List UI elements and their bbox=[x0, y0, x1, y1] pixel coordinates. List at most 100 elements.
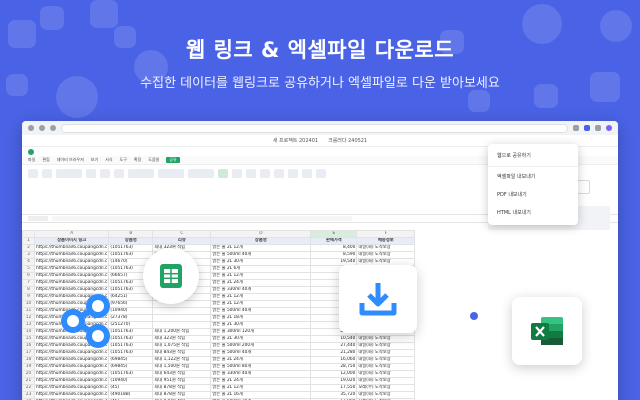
table-cell[interactable]: 내일(화) 도착보장 bbox=[356, 391, 416, 399]
column-letter[interactable]: B bbox=[108, 230, 154, 238]
column-header[interactable]: 리뷰 bbox=[152, 237, 212, 245]
number-format-select[interactable] bbox=[188, 169, 214, 178]
table-cell[interactable]: https://thumbnail6.coupangcdn.c bbox=[33, 377, 110, 385]
table-cell[interactable]: 모레(수) 도착보장 bbox=[356, 384, 416, 392]
menu-item-edit[interactable]: 편집 bbox=[42, 157, 49, 163]
cut-button[interactable] bbox=[42, 169, 52, 178]
row-number[interactable]: 9 bbox=[22, 293, 35, 301]
table-cell[interactable]: 내일(화) 도착보장 bbox=[356, 349, 416, 357]
table-cell[interactable]: https://thumbnail6.coupangcdn.c bbox=[33, 391, 110, 399]
menu-item-view[interactable]: 보기 bbox=[91, 157, 98, 163]
sort-button[interactable] bbox=[302, 169, 312, 178]
table-cell[interactable]: 27,440 bbox=[310, 342, 358, 350]
menu-item-help[interactable]: 도움말 bbox=[148, 157, 159, 163]
table-cell[interactable]: (97656) bbox=[108, 300, 154, 308]
table-cell[interactable]: (1051763) bbox=[108, 251, 154, 259]
table-row[interactable]: 20 https://thumbnail6.coupangcdn.c (105176… bbox=[22, 370, 416, 378]
table-row[interactable]: 21 https://thumbnail6.coupangcdn.c (10940)… bbox=[22, 377, 416, 385]
table-row[interactable]: 18 https://thumbnail6.coupangcdn.c (69845)… bbox=[22, 356, 416, 364]
font-select[interactable] bbox=[56, 169, 82, 178]
column-letter[interactable]: D bbox=[210, 230, 312, 238]
column-header[interactable]: 상품명 bbox=[108, 237, 154, 245]
table-row[interactable]: 2 https://thumbnail6.coupangcdn.c (1051763… bbox=[22, 244, 416, 252]
table-cell[interactable]: 최대 1,122원 적립 bbox=[152, 356, 212, 364]
row-number[interactable]: 4 bbox=[22, 258, 35, 266]
table-cell[interactable]: 맑은 물 2L 12개 bbox=[210, 300, 312, 308]
merge-cells-button[interactable] bbox=[158, 169, 184, 178]
table-row[interactable]: 22 https://thumbnail6.coupangcdn.c (45) 최대 … bbox=[22, 384, 416, 392]
menu-item-tools[interactable]: 도구 bbox=[120, 157, 127, 163]
row-number[interactable]: 10 bbox=[22, 300, 35, 308]
table-cell[interactable]: 최대 1,075원 적립 bbox=[152, 342, 212, 350]
menu-item-export-pdf[interactable]: PDF 내보내기 bbox=[488, 186, 578, 204]
row-number[interactable]: 8 bbox=[22, 286, 35, 294]
table-cell[interactable]: https://thumbnail6.coupangcdn.c bbox=[33, 251, 110, 259]
table-cell[interactable]: 맑은 물 2L 24개 bbox=[210, 377, 312, 385]
row-number[interactable]: 6 bbox=[22, 272, 35, 280]
row-number[interactable]: 20 bbox=[22, 370, 35, 378]
reload-icon[interactable] bbox=[50, 125, 56, 131]
italic-button[interactable] bbox=[100, 169, 110, 178]
menu-item-format[interactable]: 서식 bbox=[105, 157, 112, 163]
cell-reference-box[interactable] bbox=[28, 216, 48, 221]
table-cell[interactable]: https://thumbnail6.coupangcdn.c bbox=[33, 370, 110, 378]
row-number[interactable]: 14 bbox=[22, 328, 35, 336]
menu-item-share[interactable]: 공유 bbox=[166, 157, 180, 163]
table-style-button[interactable] bbox=[232, 169, 242, 178]
table-row[interactable]: 17 https://thumbnail6.coupangcdn.c (105176… bbox=[22, 349, 416, 357]
table-cell[interactable]: 16,060 bbox=[310, 356, 358, 364]
wrap-text-button[interactable] bbox=[128, 169, 154, 178]
table-cell[interactable]: 내일(화) 도착보장 bbox=[356, 244, 416, 252]
table-cell[interactable]: 맑은 물 2L 24개 bbox=[210, 279, 312, 287]
column-letter[interactable]: E bbox=[310, 230, 358, 238]
table-cell[interactable]: (64251) bbox=[108, 293, 154, 301]
table-cell[interactable]: 내일(화) 도착보장 bbox=[356, 342, 416, 350]
table-cell[interactable]: 맑은 물 2L 6개 bbox=[210, 265, 312, 273]
table-cell[interactable]: 21,280 bbox=[310, 349, 358, 357]
table-cell[interactable]: 맑은 물 2L 30개 bbox=[210, 321, 312, 329]
menu-item-file[interactable]: 파일 bbox=[28, 157, 35, 163]
table-cell[interactable]: 맑은 물 2L 24개 bbox=[210, 356, 312, 364]
row-number[interactable]: 12 bbox=[22, 314, 35, 322]
table-cell[interactable]: 맑은 물 2L 12개 bbox=[210, 244, 312, 252]
table-cell[interactable]: (1051763) bbox=[108, 370, 154, 378]
table-cell[interactable]: 내일(화) 도착보장 bbox=[356, 370, 416, 378]
table-cell[interactable]: (1051763) bbox=[108, 342, 154, 350]
table-cell[interactable]: 최대 323원 적립 bbox=[152, 335, 212, 343]
table-cell[interactable]: 맑은 물 330ml 40개 bbox=[210, 286, 312, 294]
extension-icon[interactable] bbox=[584, 125, 590, 131]
table-cell[interactable]: (10940) bbox=[108, 377, 154, 385]
table-row[interactable]: 3 https://thumbnail6.coupangcdn.c (1051763… bbox=[22, 251, 416, 259]
table-cell[interactable]: 19,020 bbox=[310, 377, 358, 385]
find-button[interactable] bbox=[316, 169, 326, 178]
table-cell[interactable]: 최대 878원 적립 bbox=[152, 391, 212, 399]
table-cell[interactable]: https://thumbnail6.coupangcdn.c bbox=[33, 363, 110, 371]
table-cell[interactable]: 맑은 물 500ml 40개 bbox=[210, 307, 312, 315]
row-number[interactable]: 21 bbox=[22, 377, 35, 385]
forward-icon[interactable] bbox=[39, 125, 45, 131]
table-cell[interactable]: 35,720 bbox=[310, 391, 358, 399]
column-header[interactable]: 배송정보 bbox=[356, 237, 416, 245]
row-number[interactable]: 3 bbox=[22, 251, 35, 259]
table-cell[interactable]: https://thumbnail6.coupangcdn.c bbox=[33, 279, 110, 287]
table-cell[interactable]: (49018B) bbox=[108, 391, 154, 399]
profile-avatar[interactable] bbox=[606, 125, 612, 131]
table-cell[interactable]: 최대 1,200원 적립 bbox=[152, 328, 212, 336]
extension-icon[interactable] bbox=[573, 125, 579, 131]
table-cell[interactable]: 최대 643원 적립 bbox=[152, 370, 212, 378]
table-cell[interactable]: https://thumbnail6.coupangcdn.c bbox=[33, 265, 110, 273]
column-letter[interactable]: F bbox=[356, 230, 416, 238]
row-number[interactable]: 23 bbox=[22, 391, 35, 399]
table-cell[interactable]: 10,540 bbox=[310, 335, 358, 343]
table-cell[interactable]: 최대 878원 적립 bbox=[152, 384, 212, 392]
table-cell[interactable]: 내일(화) 도착보장 bbox=[356, 363, 416, 371]
row-number[interactable]: 11 bbox=[22, 307, 35, 315]
table-row[interactable]: 19 https://thumbnail6.coupangcdn.c (69845)… bbox=[22, 363, 416, 371]
table-cell[interactable]: 맑은 물 2L 12개 bbox=[210, 272, 312, 280]
table-cell[interactable]: 내일(화) 도착보장 bbox=[356, 335, 416, 343]
table-cell[interactable]: 8,590 bbox=[310, 251, 358, 259]
table-cell[interactable]: (69845) bbox=[108, 363, 154, 371]
table-cell[interactable]: 8,400 bbox=[310, 244, 358, 252]
formula-input[interactable] bbox=[52, 216, 352, 221]
table-cell[interactable]: 12,000 bbox=[310, 370, 358, 378]
